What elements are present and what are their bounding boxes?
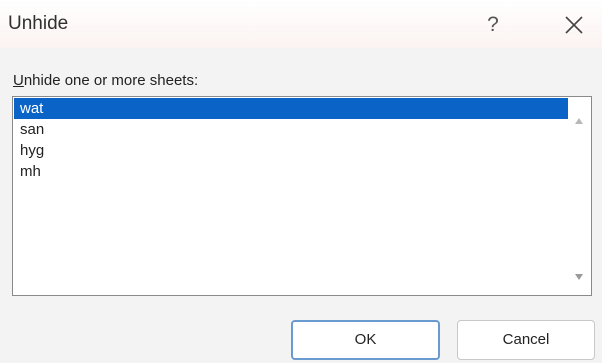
unhide-dialog: Unhide ? Unhide one or more sheets: wat … — [0, 0, 602, 363]
sheet-list[interactable]: wat san hyg mh — [12, 96, 592, 296]
cancel-button[interactable]: Cancel — [457, 320, 595, 360]
ok-button[interactable]: OK — [291, 320, 440, 360]
vertical-scrollbar[interactable] — [568, 98, 590, 294]
sheet-list-item[interactable]: wat — [14, 98, 569, 119]
close-icon — [565, 16, 583, 34]
scroll-up-arrow-icon — [575, 118, 583, 124]
dialog-title: Unhide — [8, 13, 69, 34]
sheet-list-item[interactable]: hyg — [14, 140, 569, 161]
sheets-prompt-label: Unhide one or more sheets: — [13, 72, 198, 89]
scroll-down-arrow-icon — [575, 274, 583, 280]
prompt-mnemonic: U — [13, 72, 24, 89]
help-button[interactable]: ? — [478, 10, 508, 40]
scroll-down-button[interactable] — [568, 266, 590, 288]
prompt-text: nhide one or more sheets: — [23, 72, 199, 89]
close-button[interactable] — [557, 8, 591, 42]
sheet-list-item[interactable]: san — [14, 119, 569, 140]
sheet-list-items: wat san hyg mh — [14, 98, 569, 182]
scroll-up-button[interactable] — [568, 110, 590, 132]
sheet-list-item[interactable]: mh — [14, 161, 569, 182]
title-bar: Unhide ? — [0, 0, 602, 48]
